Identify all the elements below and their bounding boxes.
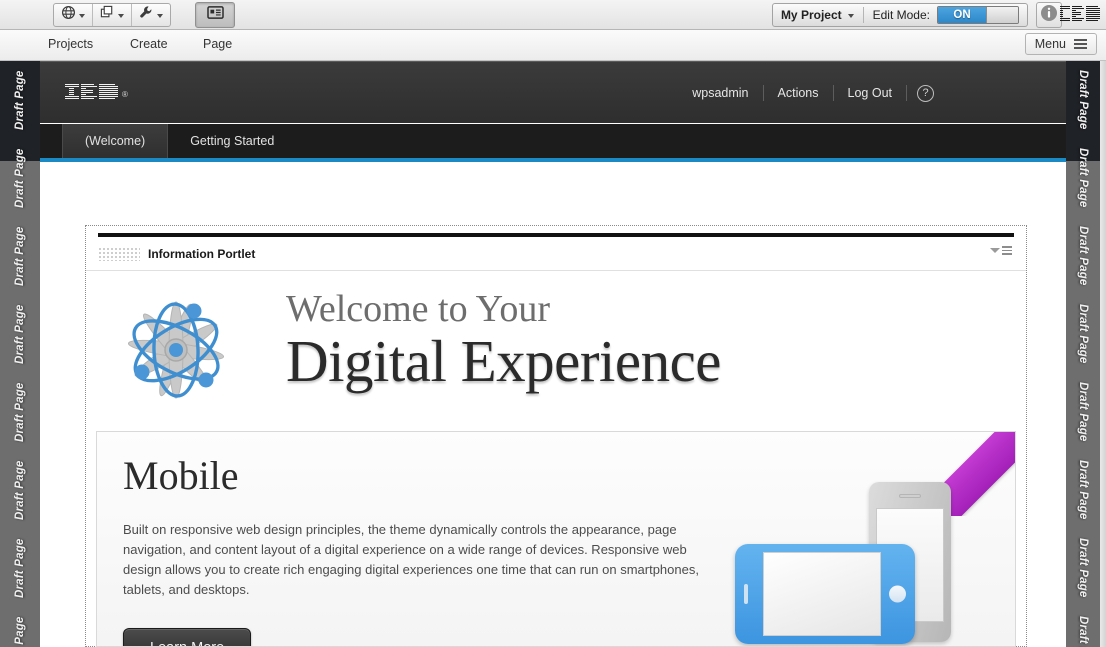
portal-page: ® wpsadmin Actions Log Out ?	[40, 61, 1066, 647]
panel-button[interactable]	[195, 2, 235, 28]
learn-more-button[interactable]: Learn More	[123, 628, 251, 647]
edit-mode-toggle[interactable]: ON	[937, 6, 1019, 24]
draft-page-rail-label[interactable]: Draft Page	[0, 451, 40, 529]
hero-line-1: Welcome to Your	[286, 290, 721, 330]
project-label: My Project	[781, 8, 842, 22]
menu-button[interactable]: Menu	[1025, 33, 1097, 55]
info-button[interactable]	[1036, 2, 1062, 28]
portal-link-logout[interactable]: Log Out	[834, 86, 906, 100]
portal-header: ® wpsadmin Actions Log Out ?	[40, 61, 1066, 123]
draft-page-rail-label[interactable]: Draft Page	[1066, 451, 1100, 529]
menubar-item-page[interactable]: Page	[203, 37, 232, 51]
draft-page-rail-label[interactable]: Draft Page	[0, 217, 40, 295]
divider	[906, 85, 907, 101]
draft-page-rail-label[interactable]: Draft Page	[0, 529, 40, 607]
pages-icon	[100, 5, 115, 25]
ibm-logo-toolbar	[1060, 6, 1100, 21]
left-draft-rail: Draft PageDraft PageDraft PageDraft Page…	[0, 61, 40, 647]
ibm-logo-header: ®	[65, 84, 128, 99]
draft-page-rail-label[interactable]: Draft Page	[1066, 61, 1100, 139]
edit-mode-toggle-state: ON	[938, 7, 986, 23]
hero-line-2: Digital Experience	[286, 330, 721, 394]
chevron-down-icon	[848, 14, 854, 18]
draft-page-rail-label[interactable]: Draft Page	[0, 373, 40, 451]
wrench-icon	[139, 5, 154, 25]
chevron-down-icon	[79, 14, 85, 18]
menu-lines-icon	[1002, 246, 1012, 255]
authoring-toolbar: My Project Edit Mode: ON	[0, 0, 1106, 30]
phone-blue-icon	[735, 544, 915, 644]
welcome-hero: Welcome to Your Digital Experience	[86, 272, 1026, 431]
chevron-down-icon	[990, 248, 1000, 253]
menubar-item-projects[interactable]: Projects	[48, 37, 93, 51]
hero-text: Welcome to Your Digital Experience	[286, 290, 721, 394]
pages-button[interactable]	[93, 4, 132, 26]
menubar-item-create[interactable]: Create	[130, 37, 168, 51]
draft-page-rail-label[interactable]: Draft Page	[0, 139, 40, 217]
globe-icon	[61, 5, 76, 25]
registered-mark: ®	[122, 90, 128, 99]
chevron-down-icon	[157, 14, 163, 18]
draft-page-rail-label[interactable]: Draft Page	[1066, 373, 1100, 451]
project-selector[interactable]: My Project	[781, 8, 863, 22]
app-menubar: Projects Create Page Menu	[0, 30, 1106, 61]
draft-page-rail-label[interactable]: Draft Page	[1066, 529, 1100, 607]
edit-mode-label: Edit Mode:	[864, 8, 937, 22]
draft-page-rail-label[interactable]: Draft Page	[1066, 295, 1100, 373]
portlet-menu-icon[interactable]	[990, 246, 1012, 255]
ibm-logo-icon	[1060, 6, 1100, 21]
device-illustration	[731, 470, 1001, 647]
draft-page-rail-label[interactable]: Draft Page	[0, 607, 40, 647]
tab-getting-started[interactable]: Getting Started	[168, 124, 296, 158]
menu-button-label: Menu	[1035, 37, 1066, 51]
draft-page-rail-label[interactable]: Draft Page	[1066, 139, 1100, 217]
toolbar-button-group	[53, 3, 171, 27]
portlet-title: Information Portlet	[148, 247, 255, 261]
draft-page-rail-label[interactable]: Draft Page	[0, 61, 40, 139]
card-title: Mobile	[123, 452, 239, 499]
page-edge-strip	[1100, 61, 1106, 647]
portlet-header: Information Portlet	[86, 237, 1026, 271]
mobile-card: Mobile Built on responsive web design pr…	[96, 431, 1016, 647]
atom-icon	[106, 280, 246, 420]
info-icon	[1040, 4, 1058, 27]
draft-page-rail-label[interactable]: Draft Page	[1066, 607, 1100, 647]
information-portlet: Information Portlet	[85, 225, 1027, 647]
portal-link-wpsadmin[interactable]: wpsadmin	[678, 86, 762, 100]
globe-button[interactable]	[54, 4, 93, 26]
drag-grip-icon[interactable]	[98, 247, 140, 261]
project-edit-group: My Project Edit Mode: ON	[772, 3, 1028, 27]
portal-page-body: Information Portlet	[40, 162, 1066, 647]
toggle-knob	[986, 7, 1018, 23]
wrench-button[interactable]	[132, 4, 170, 26]
panel-icon	[207, 5, 224, 25]
ibm-logo-icon: ®	[65, 84, 128, 99]
portal-user-links: wpsadmin Actions Log Out ?	[678, 62, 944, 124]
tab-welcome[interactable]: (Welcome)	[62, 124, 168, 158]
hamburger-icon	[1074, 39, 1087, 49]
draft-page-rail-label[interactable]: Draft Page	[0, 295, 40, 373]
draft-page-rail-label[interactable]: Draft Page	[1066, 217, 1100, 295]
portal-tabs: (Welcome) Getting Started	[40, 124, 1066, 158]
right-draft-rail: Draft PageDraft PageDraft PageDraft Page…	[1066, 61, 1100, 647]
card-body-text: Built on responsive web design principle…	[123, 520, 713, 600]
portal-link-actions[interactable]: Actions	[764, 86, 833, 100]
help-icon[interactable]: ?	[917, 85, 934, 102]
chevron-down-icon	[118, 14, 124, 18]
